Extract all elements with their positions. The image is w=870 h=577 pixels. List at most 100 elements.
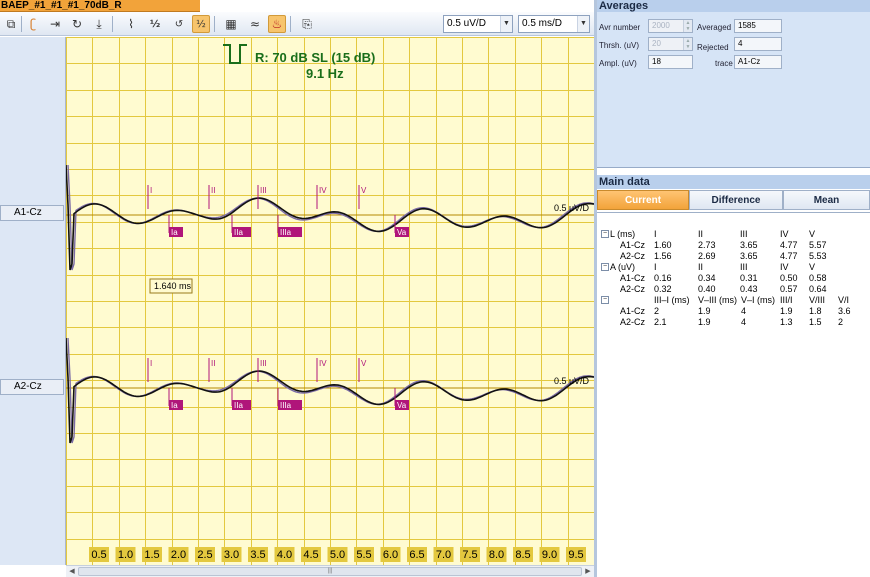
amplitude-scale-dropdown[interactable]: 0.5 uV/D ▼ <box>443 15 513 33</box>
table-cell: 0.40 <box>698 284 716 294</box>
x-tick-label: 1.5 <box>144 549 159 561</box>
document-title-tab[interactable]: BAEP_#1_#1_#1_70dB_R <box>0 0 200 12</box>
scroll-thumb[interactable]: ||| <box>78 567 582 576</box>
peak-label: V <box>361 186 367 195</box>
scale-label: 0.5 uV/D <box>554 203 590 213</box>
avr-number-value: 2000 <box>652 21 670 30</box>
channels-icon[interactable]: ⧉ <box>2 15 20 33</box>
channel-label-a2-cz[interactable]: A2-Cz <box>0 379 64 395</box>
tab-current[interactable]: Current <box>597 190 689 210</box>
averages-panel: Averages Avr number 2000 ▲ ▼ Averaged 158… <box>597 0 870 168</box>
table-cell: 1.5 <box>809 317 822 327</box>
peak-label: II <box>211 359 215 368</box>
table-cell: 2 <box>838 317 844 327</box>
waveform-svg[interactable]: R: 70 dB SL (15 dB)9.1 Hz0.5 uV/DI II III I… <box>66 37 594 565</box>
trough-label: IIa <box>234 401 243 410</box>
trace-value: A1-Cz <box>738 57 761 66</box>
table-header-cell: V–I (ms) <box>741 295 776 305</box>
table-cell: 0.34 <box>698 273 716 283</box>
table-cell: 3.6 <box>838 306 851 316</box>
time-scale-value: 0.5 ms/D <box>522 18 563 29</box>
scroll-right-icon[interactable]: ▶ <box>583 567 593 577</box>
half-icon[interactable]: ½ <box>146 15 164 33</box>
table-cell: 0.57 <box>780 284 798 294</box>
table-cell: 1.56 <box>654 251 672 261</box>
tab-mean[interactable]: Mean <box>783 190 870 210</box>
time-scale-dropdown[interactable]: 0.5 ms/D ▼ <box>518 15 590 33</box>
table-cell: 1.9 <box>780 306 793 316</box>
collapse-icon[interactable]: − <box>601 230 609 238</box>
overlay-half-icon[interactable]: ½ <box>192 15 210 33</box>
row-label: A1-Cz <box>620 306 646 316</box>
row-label: A1-Cz <box>620 240 646 250</box>
table-cell: 0.31 <box>740 273 758 283</box>
table-header-cell: I <box>654 229 657 239</box>
table-cell: 0.58 <box>809 273 827 283</box>
peak-label: III <box>260 359 267 368</box>
stimulus-pulse-icon <box>223 44 247 64</box>
collapse-icon[interactable]: − <box>601 296 609 304</box>
table-cell: 4 <box>741 317 747 327</box>
scroll-left-icon[interactable]: ◀ <box>67 567 77 577</box>
table-cell: 0.50 <box>780 273 798 283</box>
x-tick-label: 3.0 <box>224 549 239 561</box>
ampl-label: Ampl. (uV) <box>599 59 637 68</box>
step-forward-icon[interactable]: ⇥ <box>46 15 64 33</box>
table-cell: 1.9 <box>698 306 711 316</box>
trace-field[interactable]: A1-Cz <box>734 55 782 69</box>
channel-label-a1-cz[interactable]: A1-Cz <box>0 205 64 221</box>
document-title: BAEP_#1_#1_#1_70dB_R <box>1 0 122 11</box>
peak-label: IV <box>319 186 327 195</box>
horizontal-scrollbar[interactable]: ◀ ||| ▶ <box>66 565 594 577</box>
x-tick-label: 0.5 <box>91 549 106 561</box>
toolbar-separator <box>290 16 291 32</box>
rotate-icon[interactable]: ↺ <box>170 15 188 33</box>
row-label: A2-Cz <box>620 251 646 261</box>
tab-label: Mean <box>813 195 840 206</box>
x-tick-label: 2.0 <box>171 549 186 561</box>
tab-difference[interactable]: Difference <box>689 190 783 210</box>
averaged-label: Averaged <box>697 23 732 32</box>
tab-label: Difference <box>711 195 761 206</box>
trough-label: Ia <box>171 228 178 237</box>
ampl-field[interactable]: 18 <box>648 55 693 69</box>
table-header-cell: V/I <box>838 295 850 305</box>
filter-icon[interactable]: ≈ <box>246 15 264 33</box>
noise-icon[interactable]: ▦ <box>222 15 240 33</box>
channel-label-text: A1-Cz <box>14 207 42 218</box>
table-header-cell: III/I <box>780 295 793 305</box>
peak-label: IV <box>319 359 327 368</box>
trough-label: Va <box>397 228 407 237</box>
chevron-down-icon[interactable]: ▼ <box>500 16 512 32</box>
collapse-icon[interactable]: − <box>601 263 609 271</box>
table-header-cell: A (uV) <box>610 262 636 272</box>
download-icon[interactable]: ⤓ <box>90 15 108 33</box>
table-cell: 5.57 <box>809 240 827 250</box>
rejected-label: Rejected <box>697 43 729 52</box>
main-data-panel: Main data Current Difference Mean − L (ms… <box>597 172 870 577</box>
spinner-icon: ▲ ▼ <box>683 20 692 32</box>
ear-icon[interactable]: ʗ <box>24 15 42 33</box>
x-tick-label: 8.0 <box>489 549 504 561</box>
table-cell: 0.32 <box>654 284 672 294</box>
chevron-down-icon[interactable]: ▼ <box>577 16 589 32</box>
x-tick-label: 1.0 <box>118 549 133 561</box>
spinner-icon: ▲ ▼ <box>683 38 692 50</box>
waves-icon[interactable]: ⌇ <box>122 15 140 33</box>
refresh-icon[interactable]: ↻ <box>68 15 86 33</box>
avr-number-field: 2000 ▲ ▼ <box>648 19 693 33</box>
x-tick-label: 4.0 <box>277 549 292 561</box>
scale-label: 0.5 uV/D <box>554 376 590 386</box>
table-header-cell: III <box>740 262 748 272</box>
table-cell: 0.16 <box>654 273 672 283</box>
peak-label: III <box>260 186 267 195</box>
fire-icon[interactable]: ♨ <box>268 15 286 33</box>
rejected-value: 4 <box>738 39 743 48</box>
table-header-cell: V <box>809 229 816 239</box>
trough-label: IIa <box>234 228 243 237</box>
table-cell: 1.3 <box>780 317 793 327</box>
export-icon[interactable]: ⎘ <box>298 15 316 33</box>
table-cell: 1.60 <box>654 240 672 250</box>
waveform-plot[interactable]: R: 70 dB SL (15 dB) 9.1 Hz 0.5 uV/D I II III I… <box>66 37 594 565</box>
row-label: A1-Cz <box>620 273 646 283</box>
